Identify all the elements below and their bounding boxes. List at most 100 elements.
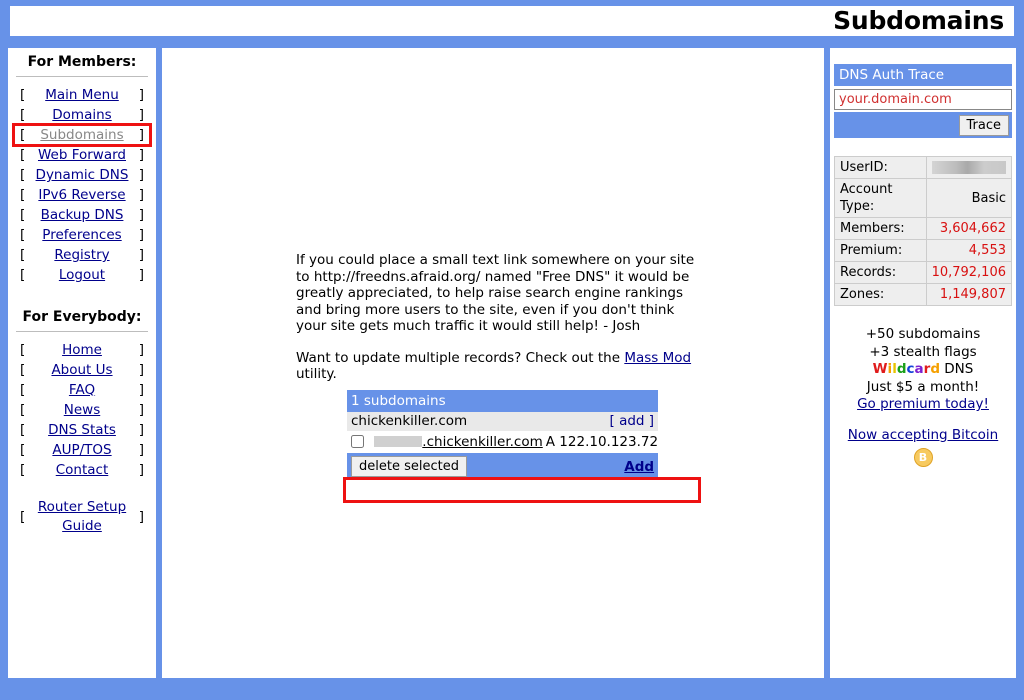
bracket-right: ] bbox=[138, 207, 144, 223]
sidebar-item-aup-tos[interactable]: [AUP/TOS] bbox=[14, 440, 150, 460]
sidebar-item-dns-stats[interactable]: [DNS Stats] bbox=[14, 420, 150, 440]
stats-row: Account Type: Basic bbox=[834, 178, 1013, 218]
record-select-checkbox[interactable] bbox=[351, 434, 364, 448]
bracket-left: [ bbox=[20, 87, 26, 103]
delete-cell: delete selected bbox=[347, 453, 571, 480]
stats-value bbox=[925, 156, 1013, 179]
trace-button[interactable]: Trace bbox=[958, 115, 1009, 136]
premium-promo: +50 subdomains +3 stealth flags Wildcard… bbox=[830, 326, 1016, 467]
sidebar-item-label[interactable]: About Us bbox=[51, 362, 112, 378]
sidebar-item-ipv6-reverse[interactable]: [IPv6 Reverse] bbox=[14, 185, 150, 205]
header-bar: Subdomains bbox=[10, 6, 1014, 36]
sidebar-item-label[interactable]: Router Setup Guide bbox=[38, 499, 126, 534]
sidebar-item-label[interactable]: IPv6 Reverse bbox=[38, 187, 125, 203]
left-sidebar: For Members: [Main Menu] [Domains] [Subdom… bbox=[8, 48, 156, 678]
bracket-right: ] bbox=[138, 402, 144, 418]
sidebar-item-registry[interactable]: [Registry] bbox=[14, 245, 150, 265]
promo-line-stealth-flags: +3 stealth flags bbox=[869, 343, 977, 360]
bracket-left: [ bbox=[20, 462, 26, 478]
bracket-left: [ bbox=[20, 509, 26, 525]
mass-mod-link[interactable]: Mass Mod bbox=[624, 350, 691, 366]
bracket-left: [ bbox=[20, 227, 26, 243]
sidebar-item-label[interactable]: FAQ bbox=[69, 382, 95, 398]
subdomain-redacted-block bbox=[374, 436, 423, 447]
page-title: Subdomains bbox=[833, 6, 1004, 35]
stats-label: Members: bbox=[834, 217, 927, 240]
bracket-right: ] bbox=[138, 509, 144, 525]
wildcard-letter: d bbox=[896, 361, 907, 377]
sidebar-item-label[interactable]: Registry bbox=[54, 247, 109, 263]
userid-redacted-block bbox=[932, 161, 1006, 174]
sidebar-item-label[interactable]: Domains bbox=[52, 107, 111, 123]
bracket-right: ] bbox=[138, 87, 144, 103]
domain-row: chickenkiller.com [ add ] bbox=[347, 412, 659, 431]
sidebar-item-preferences[interactable]: [Preferences] bbox=[14, 225, 150, 245]
wildcard-letter: c bbox=[906, 361, 915, 377]
members-section-title: For Members: bbox=[27, 54, 137, 70]
nav-spacer-2 bbox=[8, 480, 156, 498]
go-premium-link[interactable]: Go premium today! bbox=[857, 396, 989, 412]
intro-blurb: If you could place a small text link som… bbox=[296, 252, 696, 398]
sidebar-item-faq[interactable]: [FAQ] bbox=[14, 380, 150, 400]
sidebar-item-label[interactable]: DNS Stats bbox=[48, 422, 116, 438]
dns-trace-domain-input[interactable] bbox=[834, 89, 1012, 110]
record-host-suffix[interactable]: .chickenkiller.com bbox=[422, 434, 542, 450]
sidebar-item-news[interactable]: [ News] bbox=[14, 400, 150, 420]
go-premium-link-wrap[interactable]: Go premium today! bbox=[830, 396, 1016, 414]
domain-add-cell[interactable]: [ add ] bbox=[571, 412, 659, 431]
stats-value: 4,553 bbox=[925, 239, 1013, 262]
blurb-text-after: utility. bbox=[296, 366, 337, 382]
bracket-right: ] bbox=[138, 362, 144, 378]
bracket-left: [ bbox=[20, 402, 26, 418]
add-record-link[interactable]: Add bbox=[571, 453, 659, 480]
bracket-left: [ bbox=[20, 207, 26, 223]
sidebar-item-label[interactable]: Web Forward bbox=[38, 147, 126, 163]
sidebar-item-contact[interactable]: [Contact] bbox=[14, 460, 150, 480]
sidebar-item-label[interactable]: Subdomains bbox=[40, 127, 123, 143]
everybody-section-title: For Everybody: bbox=[22, 309, 142, 325]
sidebar-item-label[interactable]: Logout bbox=[59, 267, 105, 283]
sidebar-item-label[interactable]: Contact bbox=[56, 462, 109, 478]
sidebar-item-label[interactable]: Backup DNS bbox=[41, 207, 124, 223]
blurb-paragraph-1: If you could place a small text link som… bbox=[296, 252, 695, 334]
sidebar-item-domains[interactable]: [Domains] bbox=[14, 105, 150, 125]
bracket-right: ] bbox=[138, 382, 144, 398]
bracket-right: ] bbox=[138, 342, 144, 358]
stats-row: Premium: 4,553 bbox=[834, 239, 1013, 262]
sidebar-item-dynamic-dns[interactable]: [Dynamic DNS] bbox=[14, 165, 150, 185]
bracket-right: ] bbox=[138, 267, 144, 283]
sidebar-item-label[interactable]: News bbox=[64, 402, 100, 418]
bracket-right: ] bbox=[138, 422, 144, 438]
sidebar-item-label[interactable]: Preferences bbox=[42, 227, 121, 243]
sidebar-item-home[interactable]: [Home] bbox=[14, 340, 150, 360]
delete-selected-button[interactable]: delete selected bbox=[351, 456, 467, 477]
table-footer-row: delete selected Add bbox=[347, 453, 659, 480]
sidebar-item-about-us[interactable]: [About Us] bbox=[14, 360, 150, 380]
stats-label: Premium: bbox=[834, 239, 927, 262]
bracket-left: [ bbox=[20, 267, 26, 283]
main-content: If you could place a small text link som… bbox=[162, 48, 824, 678]
domain-add-link[interactable]: [ add ] bbox=[610, 413, 655, 429]
sidebar-item-subdomains[interactable]: [ Subdomains] bbox=[12, 123, 152, 147]
bracket-left: [ bbox=[20, 127, 26, 143]
bracket-right: ] bbox=[138, 127, 144, 143]
bracket-right: ] bbox=[138, 247, 144, 263]
sidebar-item-router-setup-guide[interactable]: [ Router Setup Guide ] bbox=[14, 498, 150, 536]
sidebar-item-label[interactable]: Main Menu bbox=[45, 87, 119, 103]
sidebar-item-web-forward[interactable]: [Web Forward] bbox=[14, 145, 150, 165]
sidebar-item-backup-dns[interactable]: [ Backup DNS] bbox=[14, 205, 150, 225]
sidebar-item-label[interactable]: Home bbox=[62, 342, 102, 358]
sidebar-item-main-menu[interactable]: [ Main Menu] bbox=[14, 85, 150, 105]
sidebar-item-logout[interactable]: [ Logout] bbox=[14, 265, 150, 285]
promo-line-wildcard: Wildcard DNS bbox=[830, 361, 1016, 379]
sidebar-item-label[interactable]: AUP/TOS bbox=[52, 442, 111, 458]
accepting-bitcoin-link[interactable]: Now accepting Bitcoin bbox=[848, 427, 998, 443]
sidebar-item-label[interactable]: Dynamic DNS bbox=[36, 167, 129, 183]
everybody-divider bbox=[16, 331, 148, 332]
everybody-nav-list: [Home] [About Us] [FAQ] [News] [DNS Stats] [A… bbox=[8, 340, 156, 480]
wildcard-letter: W bbox=[872, 361, 888, 377]
bitcoin-link-wrap[interactable]: Now accepting Bitcoin bbox=[830, 427, 1016, 445]
stats-row: Members: 3,604,662 bbox=[834, 217, 1013, 240]
table-header-row: 1 subdomains bbox=[347, 390, 659, 412]
